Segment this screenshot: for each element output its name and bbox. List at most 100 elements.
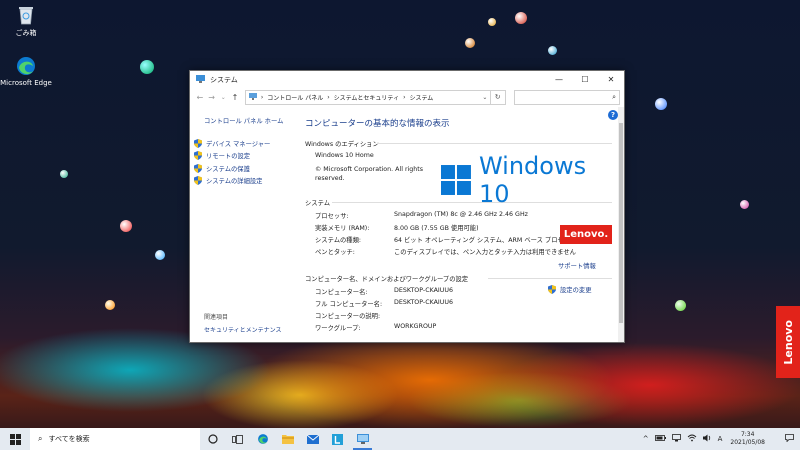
shield-icon xyxy=(548,285,556,294)
recycle-bin-icon xyxy=(15,4,37,26)
lenovo-side-brand: Lenovo xyxy=(776,306,800,378)
breadcrumb-sep: › xyxy=(327,93,330,101)
notification-icon[interactable] xyxy=(785,434,794,444)
computer-name-value: DESKTOP-CKAIUU6 xyxy=(394,287,454,294)
vertical-scrollbar[interactable] xyxy=(618,107,624,342)
address-bar[interactable]: › コントロール パネル › システムとセキュリティ › システム ⌄ xyxy=(244,89,491,105)
system-type-value: 64 ビット オペレーティング システム、ARM ベース プロセッサ xyxy=(394,237,577,244)
windows-logo: Windows 10 xyxy=(441,152,624,208)
page-title: コンピューターの基本的な情報の表示 xyxy=(305,119,450,129)
taskbar-search-placeholder: すべてを検索 xyxy=(48,435,90,443)
control-panel-icon[interactable] xyxy=(350,428,375,450)
divider xyxy=(488,278,612,279)
copyright-line-1: © Microsoft Corporation. All rights xyxy=(315,166,424,173)
workgroup-value: WORKGROUP xyxy=(394,323,437,330)
mail-icon[interactable] xyxy=(300,428,325,450)
windows-start-icon xyxy=(9,433,21,445)
close-button[interactable]: ✕ xyxy=(598,71,624,88)
system-tray: ^ A 7:34 2021/05/08 xyxy=(637,431,800,447)
taskbar-search-box[interactable]: ⌕ すべてを検索 xyxy=(30,428,200,450)
processor-value: Snapdragon (TM) 8c @ 2.46 GHz 2.46 GHz xyxy=(394,211,528,218)
sidebar-item-device-manager[interactable]: デバイス マネージャー xyxy=(194,137,294,150)
desktop-icon-label: ごみ箱 xyxy=(15,29,37,37)
droplet xyxy=(465,38,475,48)
edge-icon xyxy=(15,55,37,77)
breadcrumb-sep: › xyxy=(260,93,264,101)
ime-indicator[interactable]: A xyxy=(718,435,723,443)
droplet xyxy=(675,300,686,311)
history-dropdown-button[interactable]: ⌄ xyxy=(217,94,229,101)
scrollbar-thumb[interactable] xyxy=(619,123,623,323)
desktop-icon-edge[interactable]: Microsoft Edge xyxy=(0,55,56,87)
sidebar-item-system-protection[interactable]: システムの保護 xyxy=(194,162,294,175)
lenovo-app-icon[interactable] xyxy=(325,428,350,450)
title-bar[interactable]: システム — ☐ ✕ xyxy=(190,71,624,88)
shield-icon xyxy=(194,138,202,148)
security-maintenance-link[interactable]: セキュリティとメンテナンス xyxy=(204,325,282,334)
task-view-icon[interactable] xyxy=(225,428,250,450)
shield-icon xyxy=(194,151,202,161)
breadcrumb-control-panel[interactable]: コントロール パネル xyxy=(267,93,323,102)
tray-overflow-chevron[interactable]: ^ xyxy=(643,435,649,443)
droplet xyxy=(155,250,165,260)
back-button[interactable]: ← xyxy=(194,93,206,102)
ram-value: 8.00 GB (7.55 GB 使用可能) xyxy=(394,225,479,232)
start-button[interactable] xyxy=(0,433,30,445)
search-icon: ⌕ xyxy=(38,434,43,443)
sidebar: コントロール パネル ホーム デバイス マネージャー リモートの設定 システムの… xyxy=(194,116,294,187)
edition-name: Windows 10 Home xyxy=(315,152,374,159)
divider xyxy=(377,143,612,144)
refresh-button[interactable]: ↻ xyxy=(490,89,506,105)
window-title: システム xyxy=(210,75,238,84)
droplet xyxy=(515,12,527,24)
computer-description-label: コンピューターの説明: xyxy=(315,313,381,320)
ram-label: 実装メモリ (RAM): xyxy=(315,225,370,232)
address-row: ← → ⌄ ↑ › コントロール パネル › システムとセキュリティ › システ… xyxy=(190,88,624,106)
windows-logo-text: Windows 10 xyxy=(478,152,587,208)
droplet xyxy=(488,18,496,26)
address-dropdown-button[interactable]: ⌄ xyxy=(480,94,490,101)
sidebar-item-advanced-settings[interactable]: システムの詳細設定 xyxy=(194,175,294,188)
wifi-icon[interactable] xyxy=(687,434,697,444)
workgroup-label: ワークグループ: xyxy=(315,325,361,332)
droplet xyxy=(105,300,115,310)
minimize-button[interactable]: — xyxy=(546,71,572,88)
droplet xyxy=(120,220,132,232)
support-info-link[interactable]: サポート情報 xyxy=(558,261,596,270)
up-button[interactable]: ↑ xyxy=(229,93,241,102)
oem-logo: Lenovo. xyxy=(560,225,612,244)
droplet xyxy=(60,170,68,178)
sidebar-item-remote-settings[interactable]: リモートの設定 xyxy=(194,150,294,163)
sidebar-home-link[interactable]: コントロール パネル ホーム xyxy=(204,116,294,125)
breadcrumb-security[interactable]: システムとセキュリティ xyxy=(334,93,399,102)
forward-button[interactable]: → xyxy=(206,93,218,102)
system-window: システム — ☐ ✕ ← → ⌄ ↑ › コントロール パネル › システムとセ… xyxy=(189,70,625,343)
full-computer-name-label: フル コンピューター名: xyxy=(315,301,383,308)
breadcrumb-system[interactable]: システム xyxy=(409,93,433,102)
computer-section-title: コンピューター名、ドメインおよびワークグループの設定 xyxy=(305,276,469,283)
clock-time: 7:34 xyxy=(740,431,755,438)
clock-date: 2021/05/08 xyxy=(730,439,765,446)
breadcrumb-sep: › xyxy=(403,93,406,101)
related-heading: 関連項目 xyxy=(204,314,229,321)
edge-icon[interactable] xyxy=(250,428,275,450)
windows-flag-icon xyxy=(441,165,471,195)
taskbar: ⌕ すべてを検索 ^ A 7:34 2021/05/08 xyxy=(0,428,800,450)
pen-touch-value: このディスプレイでは、ペン入力とタッチ入力は利用できません xyxy=(394,249,576,256)
battery-icon[interactable] xyxy=(654,435,666,443)
desktop-icon-label: Microsoft Edge xyxy=(0,79,52,87)
maximize-button[interactable]: ☐ xyxy=(572,71,598,88)
clock[interactable]: 7:34 2021/05/08 xyxy=(730,431,765,447)
full-computer-name-value: DESKTOP-CKAIUU6 xyxy=(394,299,454,306)
volume-icon[interactable] xyxy=(702,434,712,444)
computer-name-label: コンピューター名: xyxy=(315,289,368,296)
desktop-icon-recycle-bin[interactable]: ごみ箱 xyxy=(0,4,56,38)
change-settings-link[interactable]: 設定の変更 xyxy=(548,285,591,294)
edition-section-title: Windows のエディション xyxy=(305,141,379,148)
display-icon[interactable] xyxy=(671,434,681,444)
droplet xyxy=(655,98,667,110)
cortana-icon[interactable] xyxy=(200,428,225,450)
file-explorer-icon[interactable] xyxy=(275,428,300,450)
droplet xyxy=(140,60,154,74)
search-input[interactable]: ⌕ xyxy=(513,89,621,105)
